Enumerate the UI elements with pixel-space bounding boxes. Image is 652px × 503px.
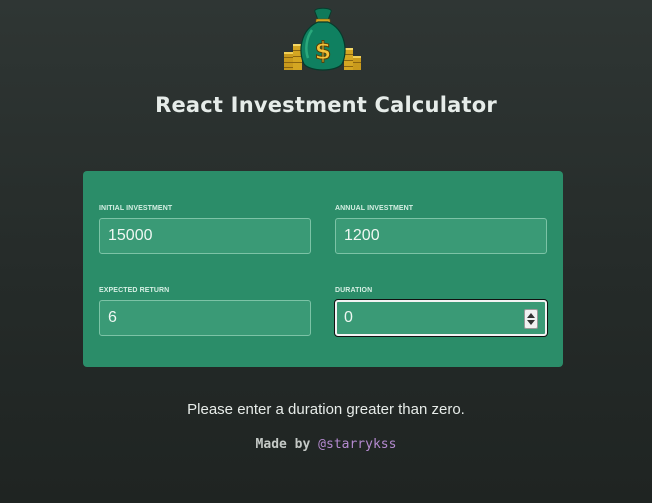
annual-investment-input[interactable]: 1200 bbox=[335, 218, 547, 254]
duration-field: DURATION 0 bbox=[335, 286, 547, 336]
spinner-up-icon[interactable] bbox=[527, 313, 535, 318]
duration-label: DURATION bbox=[335, 287, 373, 294]
svg-text:$: $ bbox=[315, 37, 332, 65]
initial-investment-field: INITIAL INVESTMENT 15000 bbox=[99, 204, 311, 254]
page-title: React Investment Calculator bbox=[155, 93, 497, 117]
duration-input[interactable]: 0 bbox=[335, 300, 547, 336]
annual-investment-field: ANNUAL INVESTMENT 1200 bbox=[335, 204, 547, 254]
annual-investment-label: ANNUAL INVESTMENT bbox=[335, 205, 414, 212]
money-bag-dollar-icon: $ bbox=[284, 7, 361, 71]
initial-investment-label: INITIAL INVESTMENT bbox=[99, 205, 173, 212]
credit-prefix: Made by bbox=[255, 437, 319, 452]
footer-credit: Made by @starrykss bbox=[0, 437, 652, 452]
app-logo: $ bbox=[282, 4, 364, 74]
duration-value: 0 bbox=[344, 309, 353, 326]
initial-investment-input[interactable]: 15000 bbox=[99, 218, 311, 254]
expected-return-input[interactable]: 6 bbox=[99, 300, 311, 336]
author-handle-link[interactable]: @starrykss bbox=[318, 437, 396, 452]
expected-return-field: EXPECTED RETURN 6 bbox=[99, 286, 311, 336]
spinner-down-icon[interactable] bbox=[527, 320, 535, 325]
investment-form: INITIAL INVESTMENT 15000 ANNUAL INVESTME… bbox=[83, 171, 563, 367]
expected-return-label: EXPECTED RETURN bbox=[99, 287, 170, 294]
number-spinner[interactable] bbox=[524, 309, 538, 329]
validation-message: Please enter a duration greater than zer… bbox=[187, 401, 465, 418]
